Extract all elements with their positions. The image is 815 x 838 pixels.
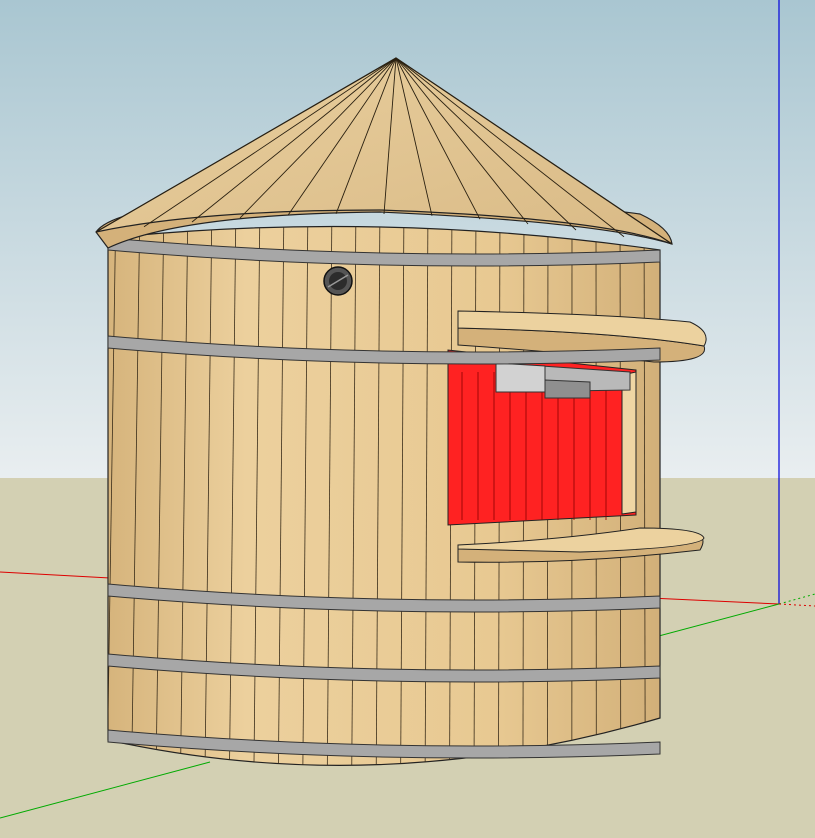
window-side-jamb: [621, 371, 637, 515]
awning-bracket-lower: [544, 379, 591, 399]
round-window-icon[interactable]: [323, 266, 353, 296]
3d-viewport[interactable]: [0, 0, 815, 838]
service-window[interactable]: [447, 349, 637, 526]
model-canvas[interactable]: [0, 0, 815, 838]
awning-bracket-face: [495, 362, 546, 393]
